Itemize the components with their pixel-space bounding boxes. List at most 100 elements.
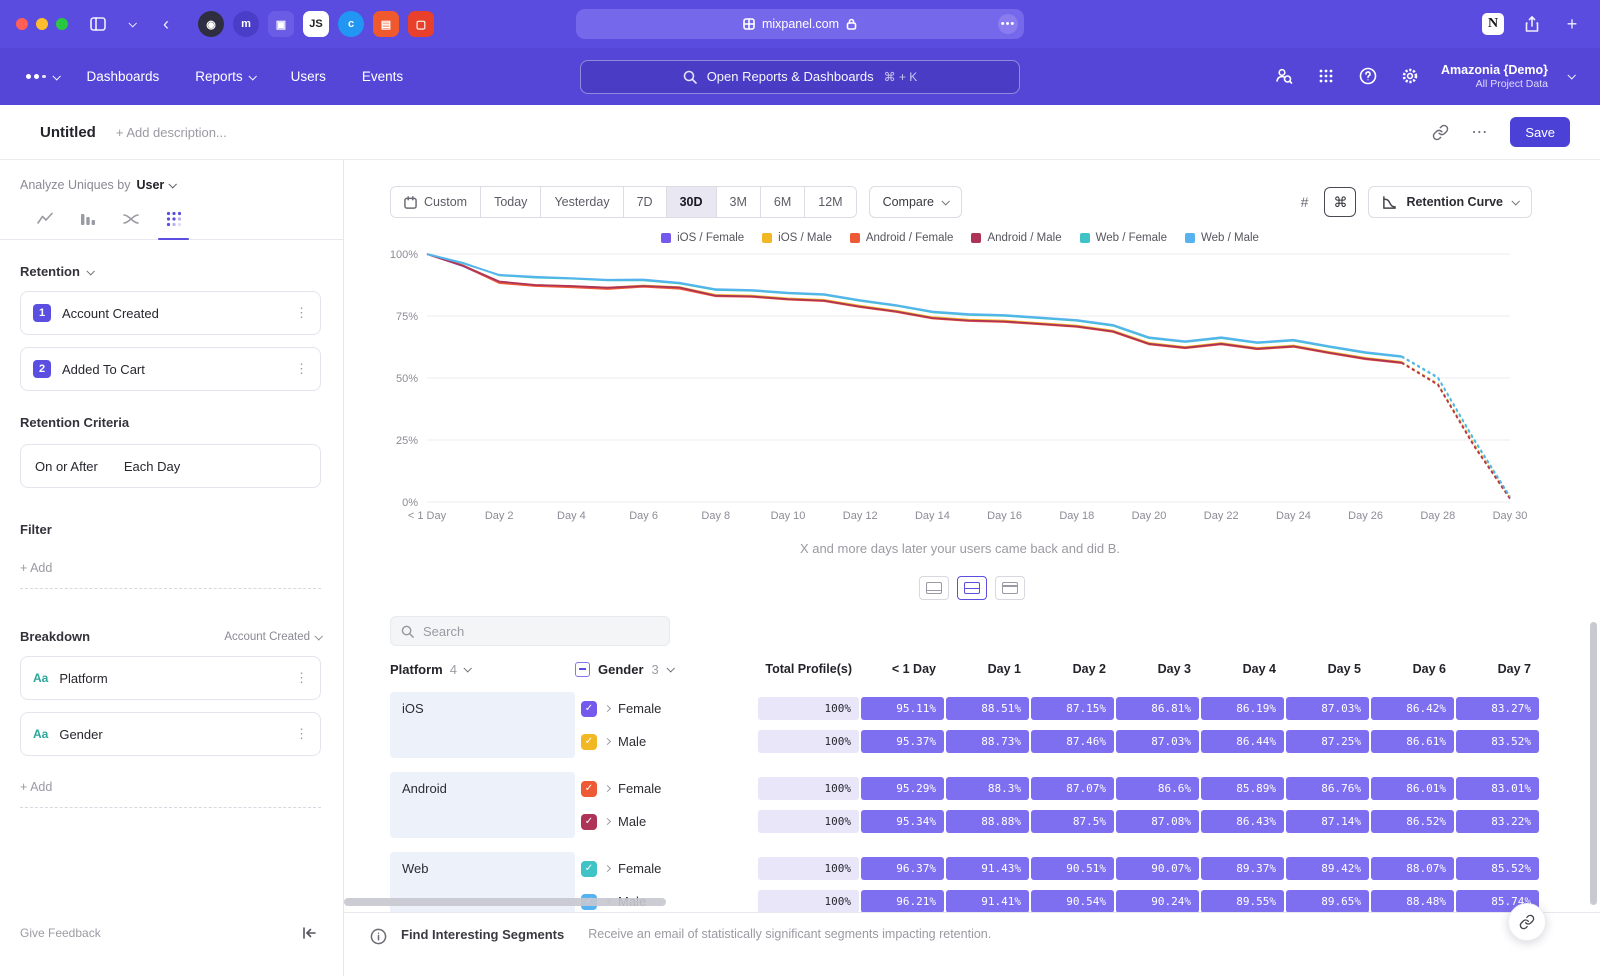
tab-insights[interactable] xyxy=(36,210,53,227)
legend-item[interactable]: Android / Male xyxy=(971,232,1061,244)
retention-value-cell[interactable]: 86.19% xyxy=(1201,697,1284,720)
share-icon[interactable] xyxy=(1520,12,1544,36)
add-filter-button[interactable]: + Add xyxy=(20,561,321,589)
expand-chevron-icon[interactable] xyxy=(604,865,611,872)
add-description[interactable]: + Add description... xyxy=(116,125,227,140)
step-options-icon[interactable]: ⋮ xyxy=(295,305,308,321)
retention-value-cell[interactable]: 87.46% xyxy=(1031,730,1114,753)
date-range-today[interactable]: Today xyxy=(480,187,540,217)
retention-step-2[interactable]: 2 Added To Cart ⋮ xyxy=(20,347,321,391)
retention-value-cell[interactable]: 91.41% xyxy=(946,890,1029,912)
minimize-window-button[interactable] xyxy=(36,18,48,30)
series-checkbox[interactable]: ✓ xyxy=(581,861,597,877)
find-segments-title[interactable]: Find Interesting Segments xyxy=(401,927,564,942)
select-all-checkbox[interactable] xyxy=(575,662,590,677)
analyze-value-dropdown[interactable]: User xyxy=(136,178,175,192)
retention-value-cell[interactable]: 87.5% xyxy=(1031,810,1114,833)
step-options-icon[interactable]: ⋮ xyxy=(295,361,308,377)
retention-value-cell[interactable]: 90.51% xyxy=(1031,857,1114,880)
column-header-day[interactable]: Day 4 xyxy=(1200,662,1285,676)
date-range-30d[interactable]: 30D xyxy=(666,187,716,217)
global-search[interactable]: Open Reports & Dashboards ⌘ + K xyxy=(580,60,1020,94)
date-range-7d[interactable]: 7D xyxy=(623,187,666,217)
retention-value-cell[interactable]: 88.3% xyxy=(946,777,1029,800)
table-search-input[interactable]: Search xyxy=(390,616,670,646)
retention-value-cell[interactable]: 88.88% xyxy=(946,810,1029,833)
retention-value-cell[interactable]: 87.07% xyxy=(1031,777,1114,800)
apps-grid-icon[interactable] xyxy=(1315,65,1337,87)
retention-criteria-card[interactable]: On or After Each Day xyxy=(20,444,321,488)
retention-value-cell[interactable]: 86.43% xyxy=(1201,810,1284,833)
nav-item-dashboards[interactable]: Dashboards xyxy=(87,69,160,84)
tab-flows[interactable] xyxy=(122,210,139,227)
project-selector[interactable]: Amazonia {Demo} All Project Data xyxy=(1441,62,1548,92)
retention-value-cell[interactable]: 87.03% xyxy=(1286,697,1369,720)
copy-link-icon[interactable] xyxy=(1432,124,1449,141)
retention-value-cell[interactable]: 87.15% xyxy=(1031,697,1114,720)
series-checkbox[interactable]: ✓ xyxy=(581,701,597,717)
chart-only-view-button[interactable] xyxy=(919,576,949,600)
column-header-day[interactable]: Day 2 xyxy=(1030,662,1115,676)
chart-type-dropdown[interactable]: Retention Curve xyxy=(1368,186,1532,218)
mixpanel-logo[interactable] xyxy=(26,74,59,80)
horizontal-scrollbar[interactable] xyxy=(344,898,666,906)
retention-value-cell[interactable]: 86.52% xyxy=(1371,810,1454,833)
add-breakdown-button[interactable]: + Add xyxy=(20,780,321,808)
retention-value-cell[interactable]: 90.24% xyxy=(1116,890,1199,912)
compare-dropdown[interactable]: Compare xyxy=(869,186,962,218)
split-view-button[interactable] xyxy=(957,576,987,600)
legend-item[interactable]: iOS / Male xyxy=(762,232,832,244)
browser-favicon[interactable]: ◉ xyxy=(198,11,224,37)
table-only-view-button[interactable] xyxy=(995,576,1025,600)
retention-value-cell[interactable]: 89.42% xyxy=(1286,857,1369,880)
expand-chevron-icon[interactable] xyxy=(604,785,611,792)
retention-value-cell[interactable]: 83.22% xyxy=(1456,810,1539,833)
retention-value-cell[interactable]: 88.51% xyxy=(946,697,1029,720)
retention-value-cell[interactable]: 91.43% xyxy=(946,857,1029,880)
tab-retention[interactable] xyxy=(165,210,182,227)
series-checkbox[interactable]: ✓ xyxy=(581,781,597,797)
date-range-6m[interactable]: 6M xyxy=(760,187,804,217)
browser-favicon[interactable]: ▣ xyxy=(268,11,294,37)
column-header-total-profiles[interactable]: Total Profile(s) xyxy=(757,662,860,676)
retention-value-cell[interactable]: 89.55% xyxy=(1201,890,1284,912)
retention-value-cell[interactable]: 95.11% xyxy=(861,697,944,720)
give-feedback-link[interactable]: Give Feedback xyxy=(20,926,101,940)
retention-value-cell[interactable]: 89.37% xyxy=(1201,857,1284,880)
gender-cell[interactable]: ✓Male xyxy=(575,734,757,750)
column-header-gender[interactable]: Gender 3 xyxy=(575,662,757,677)
criteria-interval[interactable]: Each Day xyxy=(124,459,180,474)
browser-favicon[interactable]: JS xyxy=(303,11,329,37)
column-header-day[interactable]: Day 7 xyxy=(1455,662,1540,676)
date-range-12m[interactable]: 12M xyxy=(804,187,855,217)
absolute-values-toggle[interactable]: # xyxy=(1297,194,1313,210)
retention-step-1[interactable]: 1 Account Created ⋮ xyxy=(20,291,321,335)
expand-chevron-icon[interactable] xyxy=(604,818,611,825)
vertical-scrollbar[interactable] xyxy=(1590,622,1597,905)
retention-value-cell[interactable]: 86.6% xyxy=(1116,777,1199,800)
gender-cell[interactable]: ✓Female xyxy=(575,861,757,877)
browser-favicon[interactable]: ▢ xyxy=(408,11,434,37)
breakdown-options-icon[interactable]: ⋮ xyxy=(295,726,308,742)
gender-cell[interactable]: ✓Male xyxy=(575,814,757,830)
user-lookup-icon[interactable] xyxy=(1273,65,1295,87)
report-title[interactable]: Untitled xyxy=(40,124,96,141)
retention-value-cell[interactable]: 86.01% xyxy=(1371,777,1454,800)
retention-value-cell[interactable]: 90.07% xyxy=(1116,857,1199,880)
retention-value-cell[interactable]: 87.08% xyxy=(1116,810,1199,833)
nav-item-users[interactable]: Users xyxy=(291,69,326,84)
platform-cell[interactable]: iOS xyxy=(390,692,575,758)
retention-value-cell[interactable]: 86.81% xyxy=(1116,697,1199,720)
criteria-mode[interactable]: On or After xyxy=(35,459,98,474)
browser-favicon[interactable]: ▤ xyxy=(373,11,399,37)
retention-value-cell[interactable]: 85.89% xyxy=(1201,777,1284,800)
maximize-window-button[interactable] xyxy=(56,18,68,30)
settings-gear-icon[interactable] xyxy=(1399,65,1421,87)
retention-value-cell[interactable]: 89.65% xyxy=(1286,890,1369,912)
retention-value-cell[interactable]: 86.61% xyxy=(1371,730,1454,753)
column-header-day[interactable]: Day 5 xyxy=(1285,662,1370,676)
column-header-day[interactable]: Day 1 xyxy=(945,662,1030,676)
breakdown-options-icon[interactable]: ⋮ xyxy=(295,670,308,686)
retention-value-cell[interactable]: 87.03% xyxy=(1116,730,1199,753)
gender-cell[interactable]: ✓Female xyxy=(575,781,757,797)
